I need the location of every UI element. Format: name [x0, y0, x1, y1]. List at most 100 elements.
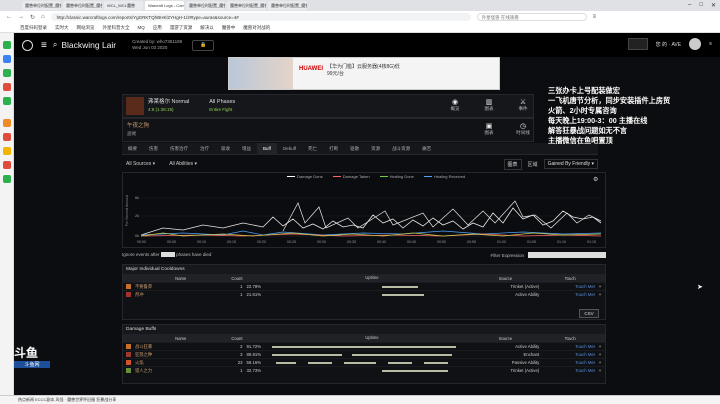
table-row[interactable]: 狂怒之种 3 89.81% Enchant Touch Me! +	[123, 350, 605, 358]
col-name[interactable]: Name	[135, 276, 227, 281]
ability-name[interactable]: 狂怒之种	[135, 352, 227, 358]
chart-mode-button[interactable]: 图表	[503, 158, 522, 170]
col-touch[interactable]: Touch	[545, 336, 595, 341]
bookmark-item[interactable]: 外星科普大全	[103, 25, 130, 31]
player-selector[interactable]: 午夜之狗 盗贼	[127, 123, 149, 138]
col-touch[interactable]: Touch	[545, 276, 595, 281]
avatar[interactable]	[689, 38, 702, 50]
subview-timeline-button[interactable]: ◷ 时间线	[511, 122, 535, 136]
touch-link[interactable]: Touch Me!	[545, 284, 595, 289]
tab-damage-taken[interactable]: 伤害治疗	[164, 143, 194, 155]
table-row[interactable]: 剂冲 1 21.61% Active Ability Touch Me! +	[123, 290, 605, 298]
expand-icon[interactable]: +	[595, 360, 605, 365]
minimize-icon[interactable]: –	[688, 2, 691, 9]
tab-combat-resources[interactable]: 战斗资源	[386, 143, 416, 155]
table-row[interactable]: 不要鲁莽 1 22.78% Trinket (Active) Touch Me! +	[123, 282, 605, 290]
csv-button[interactable]: CSV	[579, 309, 599, 318]
bookmark-item[interactable]: 漫游了资源	[170, 25, 193, 31]
view-events-button[interactable]: ⚔ 事件	[511, 98, 535, 112]
col-name[interactable]: Name	[135, 336, 227, 341]
close-icon[interactable]: ✕	[711, 2, 716, 9]
boss-selector[interactable]: 弗莱格尔 Normal 4:8 (1:36:19)	[148, 99, 189, 113]
browser-tab-active[interactable]: Warcraft Logs - Combat A	[145, 1, 184, 10]
tab-debuffs[interactable]: Debuff	[277, 143, 302, 155]
ability-name[interactable]: 剂冲	[135, 292, 227, 298]
touch-link[interactable]: Touch Me!	[545, 360, 595, 365]
ability-name[interactable]: 火焰	[135, 360, 227, 366]
bookmark-item[interactable]: MQ	[138, 25, 145, 30]
tab-healing[interactable]: 治疗	[194, 143, 215, 155]
warcraftlogs-logo[interactable]	[22, 39, 33, 51]
scope-dropdown[interactable]: Gained By Friendly ▾	[543, 159, 598, 169]
col-source[interactable]: Source	[472, 276, 546, 281]
bookmark-item[interactable]: 魔兽中	[222, 25, 236, 31]
bookmark-item[interactable]: 应用	[153, 25, 162, 31]
sources-dropdown[interactable]: All Sources ▾	[122, 161, 159, 167]
touch-link[interactable]: Touch Me!	[545, 352, 595, 357]
table-row[interactable]: 猎人之力 1 32.73% Trinket (Active) Touch Me! +	[123, 366, 605, 374]
col-count[interactable]: Count	[227, 336, 242, 341]
ad-banner[interactable]: HUAWEI 【华为门槛】云服务器(4核8G)低 99元/台	[228, 57, 500, 90]
app-icon[interactable]	[3, 41, 11, 49]
user-menu-icon[interactable]: ≡	[709, 41, 712, 47]
expand-icon[interactable]: +	[595, 368, 605, 373]
tab-deaths[interactable]: 死亡	[302, 143, 323, 155]
table-row[interactable]: 火焰 23 59.16% Passive Ability Touch Me! +	[123, 358, 605, 366]
app-icon[interactable]	[3, 69, 11, 77]
browser-tab[interactable]: 魔兽单位时配置_魔兽对对战的	[22, 1, 61, 10]
app-icon[interactable]	[3, 97, 11, 105]
bookmark-item[interactable]: 百度扫码登录	[20, 25, 47, 31]
bookmark-item[interactable]: 网站浏览	[77, 25, 95, 31]
browser-tab[interactable]: 魔兽单位时配置_魔兽对对战的	[268, 1, 307, 10]
tab-summary[interactable]: 概要	[122, 143, 143, 155]
tab-dispels[interactable]: 驱散	[344, 143, 365, 155]
browser-tab[interactable]: 魔兽单位时配置_魔兽对对战的	[63, 1, 102, 10]
app-icon[interactable]	[3, 119, 11, 127]
hamburger-menu-icon[interactable]: ≡	[41, 40, 47, 51]
ignore-count-input[interactable]	[160, 252, 175, 258]
touch-link[interactable]: Touch Me!	[545, 292, 595, 297]
bookmark-item[interactable]: 实时大	[55, 25, 69, 31]
filter-expression-input[interactable]	[528, 252, 606, 258]
tab-interrupts[interactable]: 打断	[323, 143, 344, 155]
browser-search-input[interactable]: 外星怪兽 在线观看	[476, 13, 587, 21]
maximize-icon[interactable]: □	[699, 2, 703, 9]
phase-selector[interactable]: All Phases Entire Fight	[209, 99, 235, 113]
ability-name[interactable]: 战斗狂暴	[135, 344, 227, 350]
app-icon[interactable]	[3, 83, 11, 91]
area-mode-button[interactable]: 区域	[528, 161, 538, 168]
home-icon[interactable]: ⌂	[41, 14, 45, 20]
col-uptime[interactable]: Uptime	[272, 274, 471, 282]
lock-button[interactable]: 🔒	[192, 39, 215, 51]
subview-chart-button[interactable]: ▣ 图表	[477, 122, 501, 136]
tab-damage[interactable]: 伤害	[143, 143, 164, 155]
guild-badge[interactable]	[627, 38, 648, 50]
performance-chart[interactable]: Damage Done Damage Taken Healing Done He…	[122, 172, 606, 248]
ability-name[interactable]: 不要鲁莽	[135, 284, 227, 290]
app-icon[interactable]	[3, 133, 11, 141]
expand-icon[interactable]: +	[595, 292, 605, 297]
ability-name[interactable]: 猎人之力	[135, 368, 227, 374]
view-charts-button[interactable]: ▥ 图表	[477, 98, 501, 112]
search-icon[interactable]: ⌕	[53, 40, 57, 50]
table-row[interactable]: 战斗狂暴 2 91.72% Active Ability Touch Me! +	[123, 342, 605, 350]
forward-icon[interactable]: →	[18, 14, 24, 20]
col-count[interactable]: Count	[227, 276, 242, 281]
tab-replay[interactable]: 痛苦	[416, 143, 437, 155]
expand-icon[interactable]: +	[595, 344, 605, 349]
abilities-dropdown[interactable]: All Abilities ▾	[165, 161, 201, 167]
tab-absorb[interactable]: 吸收	[215, 143, 236, 155]
col-source[interactable]: Source	[472, 336, 546, 341]
view-summary-button[interactable]: ◉ 概览	[443, 98, 467, 112]
chart-settings-icon[interactable]: ⚙	[593, 176, 598, 183]
browser-tab[interactable]: 魔兽单位时配置_魔兽对对战的	[227, 1, 266, 10]
back-icon[interactable]: ←	[6, 14, 12, 20]
reload-icon[interactable]: ↻	[30, 14, 35, 21]
user-region[interactable]: 您 的 · AVE	[656, 41, 681, 48]
browser-tab[interactable]: WCL_WCL魔兽	[104, 1, 143, 10]
url-input[interactable]: http://classic.warcraftlogs.com/reports/…	[50, 13, 471, 21]
touch-link[interactable]: Touch Me!	[545, 344, 595, 349]
touch-link[interactable]: Touch Me!	[545, 368, 595, 373]
bookmark-item[interactable]: 解决以	[200, 25, 214, 31]
menu-icon[interactable]: ≡	[593, 14, 597, 20]
